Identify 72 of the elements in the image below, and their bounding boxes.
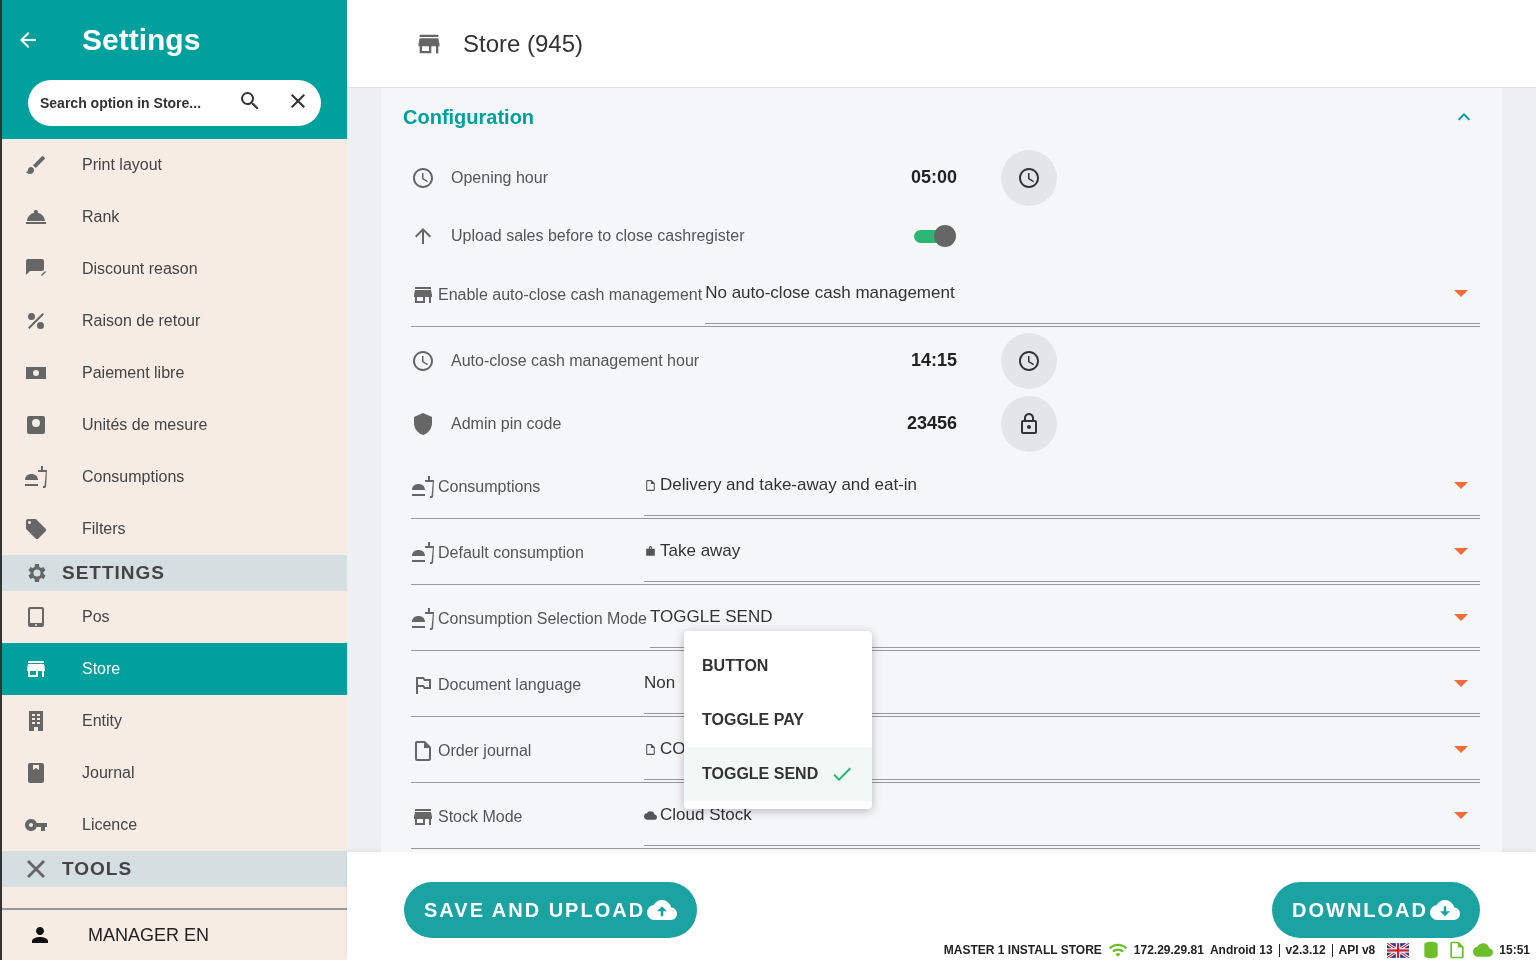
caret-icon[interactable] [1454,679,1468,687]
clock-icon [411,165,435,190]
sidebar-item[interactable]: Print layout [2,139,347,191]
caret-icon[interactable] [1454,811,1468,819]
setting-label: Upload sales before to close cashregister [451,227,746,245]
food-icon [411,606,435,631]
cloud-icon [644,808,657,822]
file-icon [644,478,657,492]
setting-label: Consumption Selection Mode [438,609,647,628]
sidebar-item[interactable]: Licence [2,799,347,851]
food-icon [411,540,435,565]
setting-value: 23456 [905,413,957,434]
setting-label: Order journal [438,741,533,760]
select-value[interactable]: TOGGLE SEND [650,607,773,627]
caret-icon[interactable] [1454,745,1468,753]
store-name: MASTER 1 INSTALL STORE [943,943,1102,957]
select-value[interactable]: Take away [660,541,741,561]
api-version: API v8 [1338,943,1376,957]
brush-icon [24,153,48,177]
cloud-icon [1473,940,1494,960]
ip-address: 172.29.29.81 [1133,943,1204,957]
section-title: SETTINGS [62,562,165,584]
setting-label: Enable auto-close cash management [438,285,703,304]
caret-icon[interactable] [1454,613,1468,621]
food-icon [24,465,48,489]
clock-icon [1017,348,1041,373]
sidebar-item[interactable]: Entity [2,695,347,747]
clock-icon [411,348,435,373]
os-version: Android 13 [1209,943,1273,957]
caret-icon[interactable] [1454,481,1468,489]
select-value[interactable]: Delivery and take-away and eat-in [660,475,918,495]
setting-label: Admin pin code [451,414,563,433]
sidebar-item[interactable]: Consumptions [2,451,347,503]
section-title: TOOLS [62,858,133,880]
sidebar-item[interactable]: Pos [2,591,347,643]
shield-icon [411,411,435,436]
sidebar-item[interactable]: Paiement libre [2,347,347,399]
setting-label: Consumptions [438,477,542,496]
select-value[interactable]: Non [644,673,676,693]
setting-label: Opening hour [451,168,549,187]
setting-label: Default consumption [438,543,585,562]
menu-option[interactable]: TOGGLE SEND [684,747,872,801]
setting-value: 05:00 [909,167,957,188]
caret-icon[interactable] [1454,547,1468,555]
search-field[interactable]: Search option in Store... [28,80,321,126]
food-icon [411,474,435,499]
sidebar-item[interactable]: Discount reason [2,243,347,295]
bag-icon [644,544,657,558]
page-title: Store (945) [463,29,584,58]
tag-icon [24,517,48,541]
toggle-switch[interactable] [914,224,956,248]
panel-title: Configuration [403,105,535,129]
setting-value: 14:15 [909,350,957,371]
select-value[interactable]: CO [660,739,686,759]
clock-icon [1017,165,1041,190]
file-icon [644,742,657,756]
app-version: v2.3.12 [1285,943,1326,957]
setting-label: Auto-close cash management hour [451,351,701,370]
sidebar-title: Settings [82,23,201,57]
sidebar-item[interactable]: Rank [2,191,347,243]
menu-option[interactable]: BUTTON [684,639,872,693]
scale-icon [24,413,48,437]
setting-label: Document language [438,675,583,694]
sidebar-item[interactable]: Unités de mesure [2,399,347,451]
sidebar-item[interactable]: Filters [2,503,347,555]
clock-time: 15:51 [1499,943,1530,957]
setting-label: Stock Mode [438,807,524,826]
select-value[interactable]: No auto-close cash management [705,283,955,303]
sidebar-item[interactable]: Raison de retour [2,295,347,347]
menu-option[interactable]: TOGGLE PAY [684,693,872,747]
sidebar-item[interactable]: Journal [2,747,347,799]
caret-icon[interactable] [1454,289,1468,297]
